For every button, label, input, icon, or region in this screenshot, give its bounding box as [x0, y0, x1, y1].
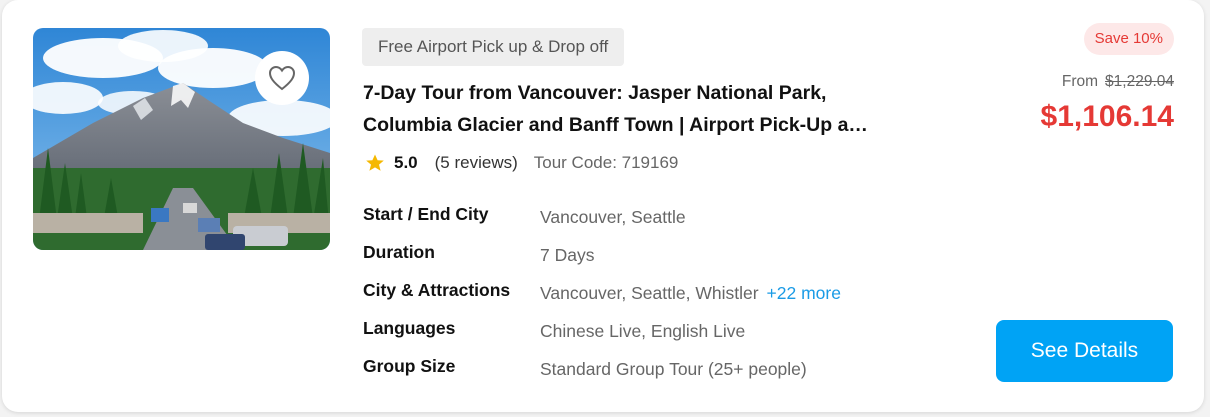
detail-value: Vancouver, Seattle — [540, 207, 686, 227]
detail-value: Standard Group Tour (25+ people) — [540, 359, 807, 379]
reviews-link[interactable]: (5 reviews) — [435, 153, 518, 173]
tour-title-line2: Columbia Glacier and Banff Town | Airpor… — [363, 114, 868, 136]
detail-label: Start / End City — [363, 204, 489, 224]
detail-label: Group Size — [363, 356, 456, 376]
tour-card: Free Airport Pick up & Drop off 7-Day To… — [2, 0, 1204, 412]
more-attractions-link[interactable]: +22 more — [767, 283, 841, 303]
detail-value: 7 Days — [540, 245, 595, 265]
see-details-button[interactable]: See Details — [996, 320, 1173, 382]
detail-row-duration: Duration 7 Days — [363, 236, 963, 274]
detail-label: Languages — [363, 318, 456, 338]
original-price-row: From $1,229.04 — [1062, 73, 1174, 91]
rating-row: 5.0 (5 reviews) Tour Code: 719169 — [365, 151, 678, 175]
discount-badge: Save 10% — [1083, 23, 1174, 55]
detail-value: Chinese Live, English Live — [540, 321, 746, 341]
detail-row-start-end-city: Start / End City Vancouver, Seattle — [363, 198, 963, 236]
details-list: Start / End City Vancouver, Seattle Dura… — [363, 198, 963, 388]
detail-row-group-size: Group Size Standard Group Tour (25+ peop… — [363, 350, 963, 388]
favorite-button[interactable] — [255, 51, 309, 105]
detail-row-languages: Languages Chinese Live, English Live — [363, 312, 963, 350]
detail-label: City & Attractions — [363, 280, 511, 300]
detail-value: Vancouver, Seattle, Whistler — [540, 283, 759, 303]
star-icon — [366, 154, 384, 171]
detail-label: Duration — [363, 242, 435, 262]
original-price: $1,229.04 — [1105, 73, 1174, 90]
detail-value-container: Vancouver, Seattle, Whistler +22 more — [540, 283, 841, 304]
detail-row-city-attractions: City & Attractions Vancouver, Seattle, W… — [363, 274, 963, 312]
heart-icon — [268, 65, 296, 91]
tour-code: Tour Code: 719169 — [533, 153, 679, 172]
tour-photo[interactable] — [33, 28, 330, 250]
pickup-tag: Free Airport Pick up & Drop off — [362, 28, 625, 66]
from-label: From — [1061, 73, 1099, 90]
tour-title[interactable]: 7-Day Tour from Vancouver: Jasper Nation… — [363, 77, 933, 141]
current-price: $1,106.14 — [1040, 100, 1174, 133]
tour-title-line1: 7-Day Tour from Vancouver: Jasper Nation… — [363, 82, 827, 104]
rating-score: 5.0 — [394, 153, 418, 172]
